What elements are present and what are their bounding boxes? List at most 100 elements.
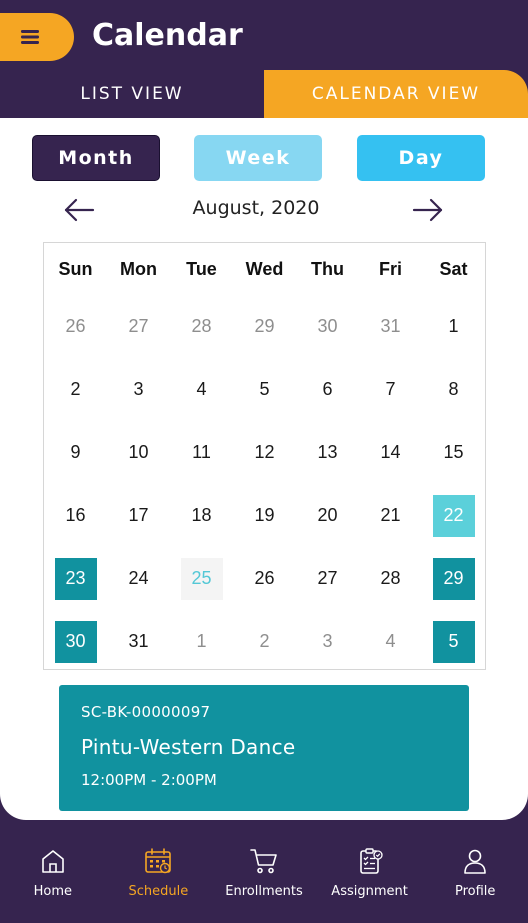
weekday-label: Wed: [245, 258, 284, 279]
day-cell[interactable]: 8: [422, 358, 485, 421]
day-number: 16: [65, 505, 86, 525]
day-number: 18: [191, 505, 212, 525]
day-cell[interactable]: 12: [233, 421, 296, 484]
day-cell[interactable]: 27: [296, 547, 359, 610]
day-cell[interactable]: 7: [359, 358, 422, 421]
day-cell[interactable]: 31: [359, 295, 422, 358]
day-number-booked: 5: [432, 620, 475, 663]
day-cell[interactable]: 31: [107, 610, 170, 673]
day-cell[interactable]: 13: [296, 421, 359, 484]
day-cell[interactable]: 9: [44, 421, 107, 484]
day-number: 11: [192, 442, 211, 462]
day-cell[interactable]: 27: [107, 295, 170, 358]
day-cell[interactable]: 3: [107, 358, 170, 421]
day-cell[interactable]: 14: [359, 421, 422, 484]
day-cell[interactable]: 29: [422, 547, 485, 610]
weekday-label: Thu: [311, 258, 344, 279]
day-cell[interactable]: 22: [422, 484, 485, 547]
day-cell[interactable]: 3: [296, 610, 359, 673]
event-title: Pintu-Western Dance: [81, 735, 296, 759]
day-cell[interactable]: 26: [233, 547, 296, 610]
day-cell[interactable]: 10: [107, 421, 170, 484]
day-cell[interactable]: 2: [233, 610, 296, 673]
month-view-button[interactable]: Month: [32, 135, 160, 181]
home-icon: [41, 850, 64, 873]
day-cell[interactable]: 4: [170, 358, 233, 421]
month-calendar-grid: Sun Mon Tue Wed Thu Fri Sat 26 27 28 29 …: [43, 242, 486, 670]
day-cell[interactable]: 6: [296, 358, 359, 421]
day-view-button[interactable]: Day: [357, 135, 485, 181]
day-number: 31: [128, 631, 149, 651]
day-cell[interactable]: 19: [233, 484, 296, 547]
event-card[interactable]: SC-BK-00000097 Pintu-Western Dance 12:00…: [59, 685, 469, 811]
month-label: August, 2020: [192, 197, 320, 219]
arrow-left-icon[interactable]: [62, 198, 96, 222]
day-cell[interactable]: 2: [44, 358, 107, 421]
weekday-label: Fri: [378, 258, 402, 279]
day-cell[interactable]: 1: [170, 610, 233, 673]
day-cell[interactable]: 30: [296, 295, 359, 358]
day-number: 19: [254, 505, 275, 525]
day-cell[interactable]: 4: [359, 610, 422, 673]
day-cell[interactable]: 24: [107, 547, 170, 610]
day-number: 24: [128, 568, 149, 588]
week-view-button[interactable]: Week: [194, 135, 322, 181]
day-cell[interactable]: 11: [170, 421, 233, 484]
day-number: 7: [385, 379, 396, 399]
day-cell[interactable]: 5: [233, 358, 296, 421]
day-cell[interactable]: 28: [170, 295, 233, 358]
day-number: 27: [317, 568, 338, 588]
calendar-week-row: 26 27 28 29 30 31 1: [44, 295, 485, 358]
tab-list-view[interactable]: LIST VIEW: [0, 70, 264, 118]
tab-calendar-view[interactable]: CALENDAR VIEW: [264, 70, 528, 118]
day-cell[interactable]: 17: [107, 484, 170, 547]
day-number-today: 25: [180, 557, 223, 600]
day-cell[interactable]: 30: [44, 610, 107, 673]
arrow-right-icon[interactable]: [411, 198, 445, 222]
day-number: 9: [70, 442, 81, 462]
nav-label: Home: [33, 884, 72, 899]
day-cell[interactable]: 5: [422, 610, 485, 673]
nav-schedule[interactable]: Schedule: [106, 820, 212, 923]
day-number: 8: [448, 379, 459, 399]
weekday-label: Tue: [186, 258, 217, 279]
day-number: 26: [65, 316, 86, 336]
day-number: 15: [443, 442, 464, 462]
menu-button[interactable]: [0, 13, 74, 61]
day-cell[interactable]: 20: [296, 484, 359, 547]
day-number: 30: [317, 316, 338, 336]
day-number-booked: 29: [432, 557, 475, 600]
day-number: 26: [254, 568, 275, 588]
day-cell[interactable]: 28: [359, 547, 422, 610]
weekday-label: Sun: [58, 258, 93, 279]
bottom-navigation: Home Schedule Enrollments Assignment Pro…: [0, 820, 528, 923]
day-cell[interactable]: 29: [233, 295, 296, 358]
day-number: 3: [133, 379, 144, 399]
day-number: 17: [128, 505, 149, 525]
day-cell[interactable]: 26: [44, 295, 107, 358]
day-number: 28: [191, 316, 212, 336]
day-cell[interactable]: 25: [170, 547, 233, 610]
nav-home[interactable]: Home: [0, 820, 106, 923]
event-id: SC-BK-00000097: [81, 703, 211, 721]
day-number: 20: [317, 505, 338, 525]
page-title: Calendar: [92, 18, 243, 53]
nav-profile[interactable]: Profile: [422, 820, 528, 923]
day-cell[interactable]: 23: [44, 547, 107, 610]
nav-enrollments[interactable]: Enrollments: [211, 820, 317, 923]
day-number-booked: 30: [54, 620, 97, 663]
nav-assignment[interactable]: Assignment: [317, 820, 423, 923]
day-cell[interactable]: 1: [422, 295, 485, 358]
weekday-header-row: Sun Mon Tue Wed Thu Fri Sat: [44, 243, 485, 295]
day-cell[interactable]: 15: [422, 421, 485, 484]
day-cell[interactable]: 18: [170, 484, 233, 547]
user-icon: [464, 849, 486, 874]
day-cell[interactable]: 21: [359, 484, 422, 547]
day-number: 3: [322, 631, 333, 651]
day-number: 14: [380, 442, 401, 462]
day-number-booked: 22: [432, 494, 475, 537]
nav-label: Assignment: [331, 884, 408, 899]
day-cell[interactable]: 16: [44, 484, 107, 547]
day-number: 1: [196, 631, 207, 651]
calendar-week-row: 9 10 11 12 13 14 15: [44, 421, 485, 484]
